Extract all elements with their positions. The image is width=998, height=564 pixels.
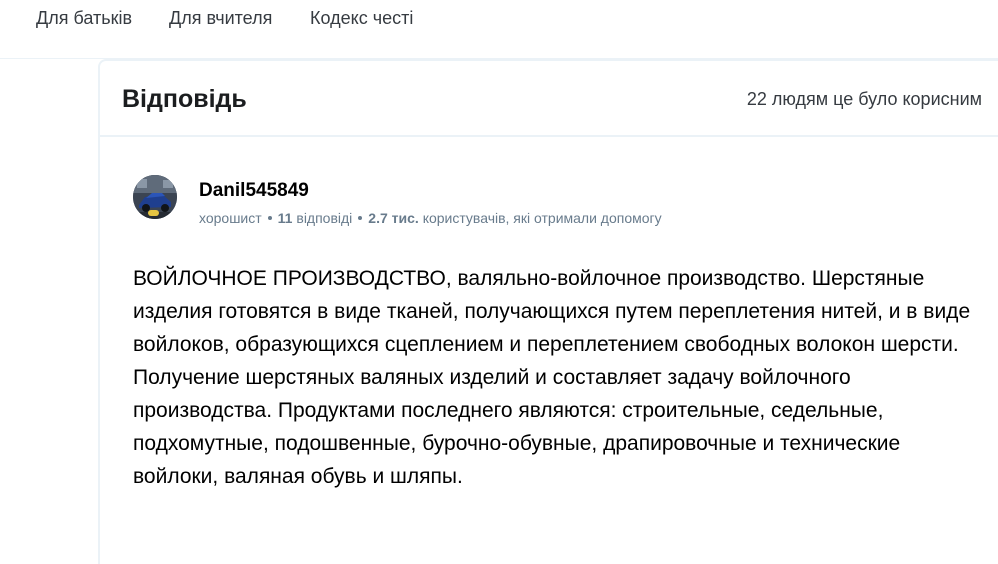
- helped-count: 2.7 тис.: [368, 210, 419, 226]
- nav-link-teachers[interactable]: Для вчителя: [169, 8, 272, 29]
- answers-label: відповіді: [296, 210, 353, 226]
- rank-badge: [148, 210, 159, 216]
- answer-card: Відповідь 22 людям це було корисним Dani…: [98, 59, 998, 564]
- nav-link-honor-code[interactable]: Кодекс честі: [310, 8, 413, 29]
- answer-body: ВОЙЛОЧНОЕ ПРОИЗВОДСТВО, валяльно-войлочн…: [133, 267, 971, 488]
- separator-dot: [358, 216, 363, 221]
- answer-header: Відповідь 22 людям це було корисним: [100, 61, 998, 137]
- top-navigation: Для батьків Для вчителя Кодекс честі: [0, 0, 998, 59]
- nav-link-parents[interactable]: Для батьків: [36, 8, 132, 29]
- author-meta: хорошист 11 відповіді 2.7 тис. користувачі…: [199, 210, 662, 226]
- separator-dot: [267, 216, 272, 221]
- answers-count: 11: [277, 210, 293, 226]
- answer-title: Відповідь: [122, 85, 247, 113]
- author-name[interactable]: Danil545849: [199, 180, 309, 202]
- helpful-count: 22 людям це було корисним: [746, 89, 982, 109]
- helped-label: користувачів, які отримали допомогу: [422, 210, 662, 226]
- author-rank: хорошист: [199, 210, 262, 226]
